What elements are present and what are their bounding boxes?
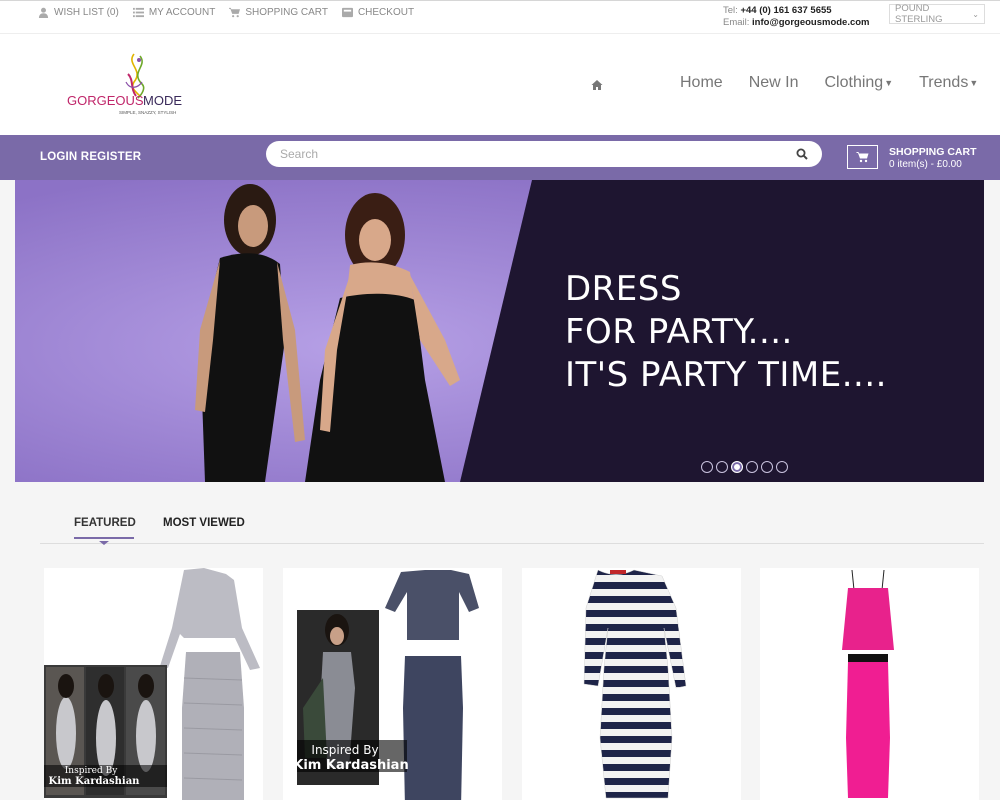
checkout-link[interactable]: CHECKOUT [341, 7, 415, 18]
my-account-link[interactable]: MY ACCOUNT [132, 7, 216, 18]
cart-icon [229, 7, 241, 18]
tab-featured[interactable]: FEATURED [74, 517, 136, 539]
chevron-down-icon: ⌄ [972, 9, 979, 19]
logo-text-b: MODE [143, 93, 182, 108]
cart-button[interactable] [847, 145, 878, 169]
logo-text-a: GORGEOUS [67, 93, 144, 108]
product-image-1: Inspired By Kim Kardashian [44, 568, 260, 800]
product-2-caption-b: Kim Kardashian [293, 758, 408, 773]
product-1-caption-a: Inspired By [65, 766, 118, 776]
nav-home[interactable]: Home [680, 74, 723, 92]
shopping-cart-link[interactable]: SHOPPING CART [229, 7, 328, 18]
product-card-4[interactable] [760, 568, 979, 800]
currency-label: POUND STERLING [895, 3, 943, 25]
product-image-2: Inspired By Kim Kardashian [293, 570, 479, 800]
search-box [266, 141, 822, 167]
nav-new-in[interactable]: New In [749, 74, 799, 92]
slider-dot-1[interactable] [701, 461, 713, 473]
cart-summary: 0 item(s) - £0.00 [889, 159, 962, 170]
top-links: WISH LIST (0) MY ACCOUNT SHOPPING CART C… [38, 7, 414, 18]
banner-line-2: FOR PARTY.... [565, 312, 793, 352]
nav-trends-label: Trends [919, 74, 969, 91]
main-nav: Home New In Clothing▼ Trends▼ [680, 74, 978, 92]
email-address[interactable]: info@gorgeousmode.com [752, 17, 869, 28]
banner-line-1: DRESS [565, 269, 682, 309]
email-label: Email: [723, 17, 750, 28]
wish-list-link[interactable]: WISH LIST (0) [38, 7, 119, 18]
product-image-4 [842, 569, 894, 798]
slider-dot-3[interactable] [731, 461, 743, 473]
product-image-3 [583, 569, 687, 799]
top-bar: WISH LIST (0) MY ACCOUNT SHOPPING CART C… [0, 0, 1000, 34]
logo[interactable]: GORGEOUS MODE SIMPLE, SNAZZY, STYLISH [64, 52, 189, 118]
wish-list-label: WISH LIST (0) [54, 7, 119, 18]
active-tab-arrow-icon [99, 541, 109, 545]
slider-dots [701, 461, 788, 473]
caret-down-icon: ▼ [969, 77, 979, 88]
product-2-caption-a: Inspired By [311, 743, 378, 757]
currency-select[interactable]: POUND STERLING ⌄ [889, 3, 985, 25]
product-card-3[interactable] [522, 568, 741, 800]
contact-info: Tel: +44 (0) 161 637 5655 Email: info@go… [723, 5, 870, 29]
search-input[interactable] [280, 147, 760, 161]
product-tabs: FEATURED MOST VIEWED [40, 513, 984, 545]
logo-mark-icon [125, 53, 145, 99]
caret-down-icon: ▼ [884, 77, 894, 88]
tel-number: +44 (0) 161 637 5655 [740, 5, 832, 16]
list-icon [132, 7, 144, 18]
slider-dot-4[interactable] [746, 461, 758, 473]
slider-dot-2[interactable] [716, 461, 728, 473]
shopping-cart-label: SHOPPING CART [245, 7, 328, 18]
nav-trends[interactable]: Trends▼ [919, 74, 978, 92]
slider-dot-6[interactable] [776, 461, 788, 473]
tel-label: Tel: [723, 5, 738, 16]
banner-line-3: IT'S PARTY TIME.... [565, 355, 887, 395]
cart-title[interactable]: SHOPPING CART [889, 146, 977, 158]
nav-clothing[interactable]: Clothing▼ [824, 74, 893, 92]
home-icon[interactable] [591, 79, 603, 91]
cart-icon [856, 152, 869, 163]
logo-tagline: SIMPLE, SNAZZY, STYLISH [119, 110, 176, 115]
tab-most-viewed[interactable]: MOST VIEWED [163, 517, 245, 529]
nav-clothing-label: Clothing [824, 74, 884, 91]
checkout-icon [341, 7, 353, 18]
product-card-2[interactable]: Inspired By Kim Kardashian [283, 568, 502, 800]
product-card-1[interactable]: Inspired By Kim Kardashian [44, 568, 263, 800]
banner-headline: DRESS FOR PARTY.... IT'S PARTY TIME.... [565, 268, 887, 397]
product-1-caption-b: Kim Kardashian [49, 776, 141, 787]
slider-dot-5[interactable] [761, 461, 773, 473]
search-icon[interactable] [796, 148, 808, 160]
checkout-label: CHECKOUT [357, 7, 415, 18]
user-icon [38, 7, 49, 18]
my-account-label: MY ACCOUNT [148, 7, 216, 18]
login-register-link[interactable]: LOGIN REGISTER [40, 151, 141, 163]
